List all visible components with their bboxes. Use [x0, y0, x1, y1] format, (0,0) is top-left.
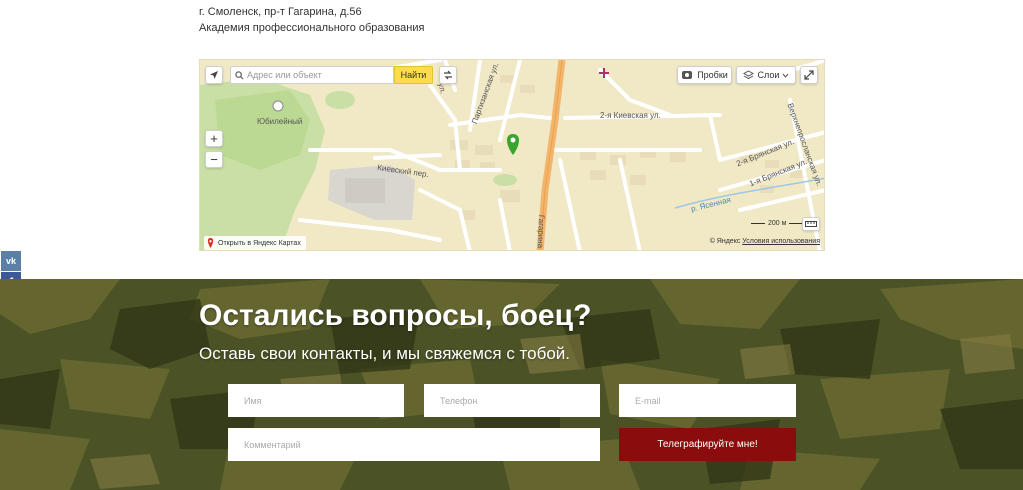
scale-label: 200 м — [768, 220, 787, 227]
zoom-out-button[interactable]: − — [205, 151, 223, 168]
zoom-in-button[interactable]: + — [205, 130, 223, 147]
layers-button[interactable]: Слои — [736, 66, 796, 84]
street-label: 2-я Киевская ул. — [600, 111, 661, 120]
route-button[interactable] — [439, 66, 457, 84]
chevron-down-icon — [783, 73, 789, 78]
comment-input[interactable] — [228, 428, 600, 461]
copyright-text: © Яндекс — [709, 238, 741, 245]
map-scale: 200 м — [748, 220, 806, 227]
email-input[interactable] — [619, 384, 796, 417]
layers-label: Слои — [757, 70, 780, 80]
map-find-button[interactable]: Найти — [394, 66, 433, 84]
contact-section: Остались вопросы, боец? Оставь свои конт… — [0, 279, 1023, 490]
vk-share-button[interactable]: vk — [1, 251, 21, 271]
traffic-icon — [682, 71, 693, 79]
location-arrow-icon — [210, 71, 218, 79]
layers-icon — [742, 70, 754, 80]
name-input[interactable] — [228, 384, 404, 417]
yandex-pin-icon — [207, 238, 214, 248]
vk-icon: vk — [5, 256, 16, 266]
organization-name: Академия профессионального образования — [199, 22, 425, 34]
traffic-label: Пробки — [697, 70, 728, 80]
expand-icon — [804, 70, 814, 80]
map-copyright: © Яндекс Условия использования — [710, 238, 820, 245]
terms-link[interactable]: Условия использования — [742, 238, 820, 245]
map-canvas[interactable] — [200, 60, 825, 251]
fullscreen-button[interactable] — [800, 66, 818, 84]
search-icon — [235, 70, 244, 80]
geolocation-button[interactable] — [205, 66, 223, 84]
submit-button[interactable]: Телеграфируйте мне! — [619, 428, 796, 461]
open-in-yandex-label: Открыть в Яндекс Картах — [218, 239, 301, 247]
map-search-input[interactable] — [244, 70, 387, 80]
open-in-yandex-link[interactable]: Открыть в Яндекс Картах — [204, 236, 306, 250]
route-icon — [444, 70, 452, 80]
address-line: г. Смоленск, пр-т Гагарина, д.56 — [199, 6, 362, 18]
traffic-button[interactable]: Пробки — [677, 66, 732, 84]
location-marker-icon — [507, 134, 519, 155]
street-label: Гагарина — [535, 214, 546, 249]
contact-title: Остались вопросы, боец? — [199, 299, 592, 332]
map-search-box[interactable] — [230, 66, 394, 84]
yandex-map[interactable]: Киевский пер. 2-я Киевская ул. Партизанс… — [199, 59, 825, 251]
ruler-icon — [805, 221, 817, 227]
phone-input[interactable] — [424, 384, 600, 417]
contact-subtitle: Оставь свои контакты, и мы свяжемся с то… — [199, 344, 571, 363]
place-label: Юбилейный — [257, 117, 303, 126]
ruler-button[interactable] — [802, 217, 820, 231]
